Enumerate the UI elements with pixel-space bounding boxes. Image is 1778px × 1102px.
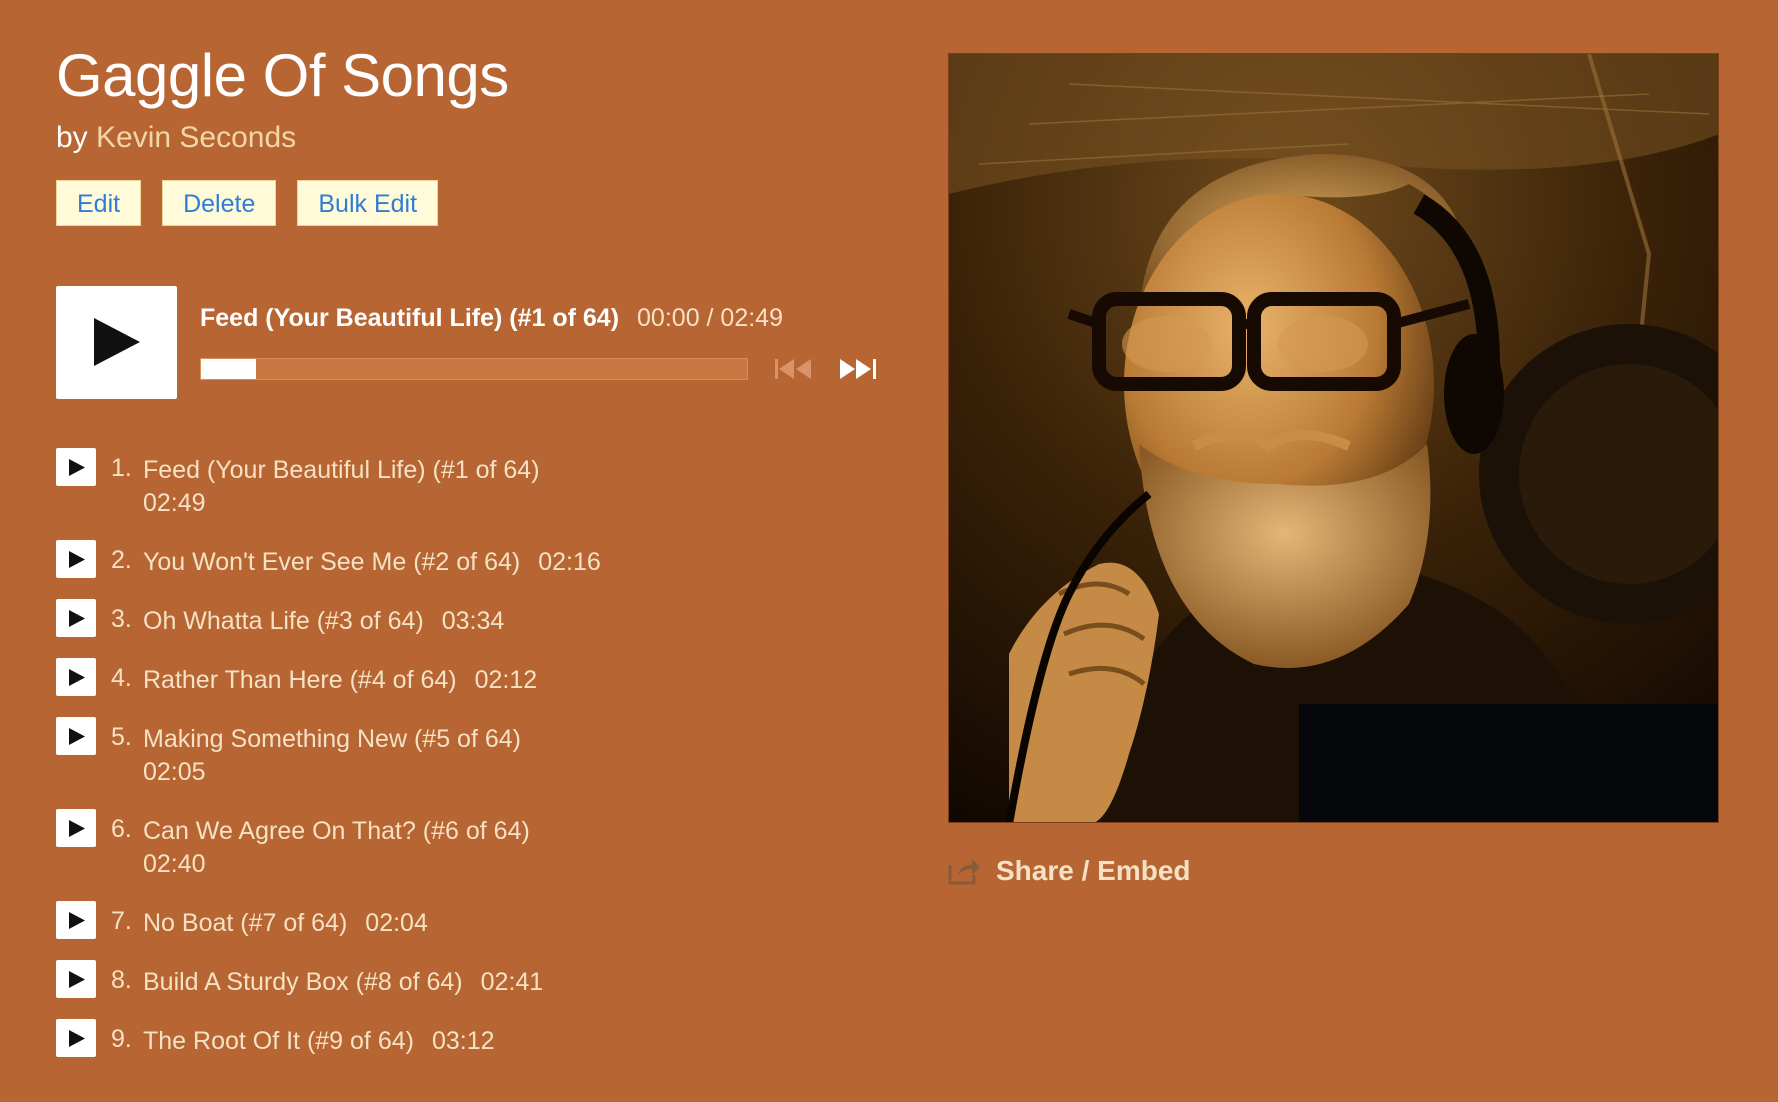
- byline: by Kevin Seconds: [56, 120, 896, 156]
- track-title-link[interactable]: No Boat (#7 of 64): [143, 909, 347, 937]
- track-duration: 02:05: [143, 758, 206, 786]
- play-icon: [69, 1030, 85, 1047]
- track-title-link[interactable]: Build A Sturdy Box (#8 of 64): [143, 968, 463, 996]
- track-number: 7.: [111, 907, 132, 935]
- now-playing-time: 00:00 / 02:49: [637, 304, 783, 332]
- track-duration: 02:12: [474, 666, 538, 694]
- previous-track-button[interactable]: [774, 358, 814, 380]
- artist-link[interactable]: Kevin Seconds: [96, 121, 296, 154]
- track-title-link[interactable]: Feed (Your Beautiful Life) (#1 of 64): [143, 456, 540, 484]
- track-info: No Boat (#7 of 64) 02:04: [143, 907, 428, 940]
- next-track-icon: [840, 359, 876, 379]
- track-info: Making Something New (#5 of 64) 02:05: [143, 723, 521, 789]
- now-playing: Feed (Your Beautiful Life) (#1 of 64) 00:…: [200, 304, 783, 333]
- track-title-link[interactable]: Making Something New (#5 of 64): [143, 725, 521, 753]
- track-title-link[interactable]: You Won't Ever See Me (#2 of 64): [143, 548, 520, 576]
- track-play-button[interactable]: [56, 901, 96, 939]
- album-title: Gaggle Of Songs: [56, 42, 509, 109]
- track-info: The Root Of It (#9 of 64) 03:12: [143, 1025, 495, 1058]
- play-icon: [69, 820, 85, 837]
- play-icon: [69, 912, 85, 929]
- track-title-link[interactable]: Rather Than Here (#4 of 64): [143, 666, 457, 694]
- track-duration: 02:40: [143, 850, 206, 878]
- track-number: 3.: [111, 605, 132, 633]
- edit-button[interactable]: Edit: [56, 180, 142, 226]
- track-duration: 02:04: [365, 909, 428, 937]
- album-cover-image[interactable]: [948, 53, 1719, 823]
- track-play-button[interactable]: [56, 1019, 96, 1057]
- track-number: 8.: [111, 966, 132, 994]
- track-play-button[interactable]: [56, 960, 96, 998]
- play-icon: [69, 971, 85, 988]
- share-embed-label: Share / Embed: [996, 855, 1191, 886]
- track-number: 6.: [111, 815, 132, 843]
- track-number: 5.: [111, 723, 132, 751]
- track-info: Can We Agree On That? (#6 of 64) 02:40: [143, 815, 530, 881]
- track-number: 9.: [111, 1025, 132, 1053]
- track-title-link[interactable]: Can We Agree On That? (#6 of 64): [143, 817, 530, 845]
- track-info: Rather Than Here (#4 of 64) 02:12: [143, 664, 537, 697]
- admin-buttons: Edit Delete Bulk Edit: [56, 180, 896, 226]
- byline-prefix: by: [56, 121, 88, 154]
- track-title-link[interactable]: Oh Whatta Life (#3 of 64): [143, 607, 424, 635]
- track-duration: 02:49: [143, 489, 206, 517]
- delete-button[interactable]: Delete: [162, 180, 277, 226]
- previous-track-icon: [775, 359, 811, 379]
- track-play-button[interactable]: [56, 809, 96, 847]
- track-info: Oh Whatta Life (#3 of 64) 03:34: [143, 605, 504, 638]
- track-info: You Won't Ever See Me (#2 of 64) 02:16: [143, 546, 601, 579]
- play-icon: [69, 728, 85, 745]
- play-icon: [69, 610, 85, 627]
- next-track-button[interactable]: [838, 358, 878, 380]
- play-icon: [69, 669, 85, 686]
- track-info: Build A Sturdy Box (#8 of 64) 02:41: [143, 966, 543, 999]
- progress-fill: [201, 359, 256, 379]
- bulk-edit-button[interactable]: Bulk Edit: [297, 180, 439, 226]
- track-play-button[interactable]: [56, 540, 96, 578]
- play-icon: [69, 459, 85, 476]
- track-title-link[interactable]: The Root Of It (#9 of 64): [143, 1027, 414, 1055]
- track-play-button[interactable]: [56, 658, 96, 696]
- track-play-button[interactable]: [56, 717, 96, 755]
- share-embed-link[interactable]: Share / Embed: [948, 855, 1191, 887]
- track-play-button[interactable]: [56, 448, 96, 486]
- now-playing-title: Feed (Your Beautiful Life) (#1 of 64): [200, 304, 620, 332]
- album-header: Gaggle Of Songs by Kevin Seconds Edit De…: [56, 36, 896, 226]
- track-number: 2.: [111, 546, 132, 574]
- play-icon: [94, 318, 140, 366]
- share-icon: [948, 859, 980, 885]
- track-duration: 02:41: [480, 968, 544, 996]
- track-number: 1.: [111, 454, 132, 482]
- track-duration: 02:16: [538, 548, 601, 576]
- audio-player: Feed (Your Beautiful Life) (#1 of 64) 00:…: [56, 286, 896, 400]
- track-number: 4.: [111, 664, 132, 692]
- track-duration: 03:34: [441, 607, 505, 635]
- track-duration: 03:12: [431, 1027, 495, 1055]
- track-play-button[interactable]: [56, 599, 96, 637]
- big-play-button[interactable]: [56, 286, 177, 399]
- track-info: Feed (Your Beautiful Life) (#1 of 64) 02:…: [143, 454, 540, 520]
- progress-bar[interactable]: [200, 358, 748, 380]
- play-icon: [69, 551, 85, 568]
